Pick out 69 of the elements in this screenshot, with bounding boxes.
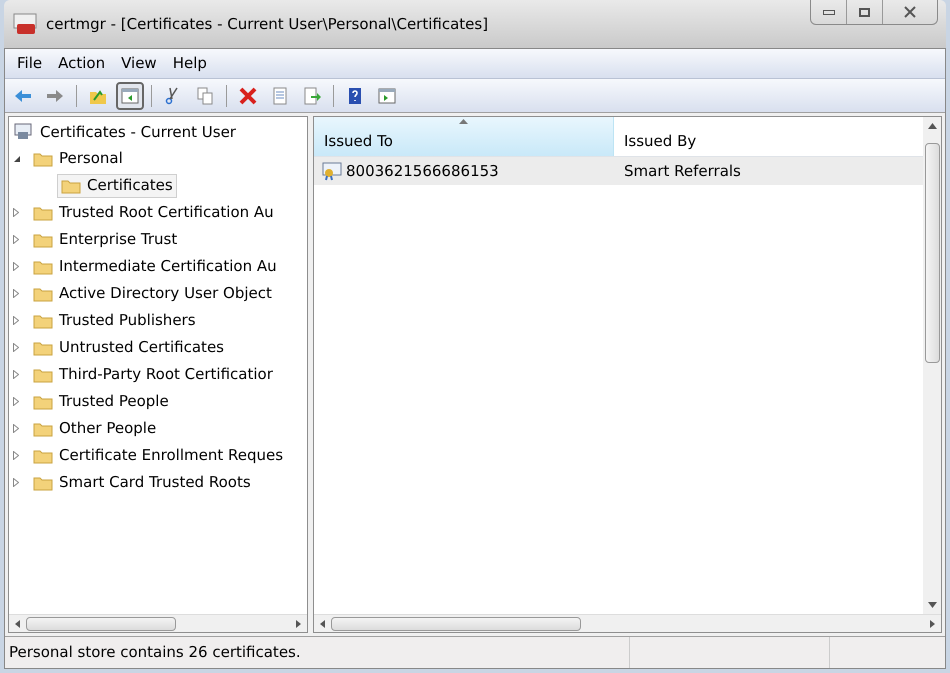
tree-pane-icon [120,86,140,106]
tree-item[interactable]: Smart Card Trusted Roots [29,470,255,494]
pane-icon [377,86,397,106]
folder-icon [33,232,53,248]
folder-icon [61,178,81,194]
menu-item[interactable]: Action [50,52,114,75]
collapsed-arrow-icon[interactable] [13,424,19,433]
tree-item[interactable]: Certificates [57,174,177,198]
folder-icon [33,286,53,302]
folder-icon [33,394,53,410]
tree-item[interactable]: Untrusted Certificates [29,336,228,360]
horizontal-scrollbar[interactable] [314,614,941,632]
certificate-manager-icon [12,12,38,36]
right-arrow-icon [929,618,936,628]
certificate-icon [322,161,344,181]
folder-icon [33,420,53,436]
collapsed-arrow-icon[interactable] [13,397,19,406]
copy-icon [195,86,215,106]
tree-item[interactable]: Trusted People [29,390,173,414]
tree-root[interactable]: Certificates - Current User [40,120,236,144]
right-arrow-icon [295,618,302,628]
collapsed-arrow-icon[interactable] [13,370,19,379]
collapsed-arrow-icon[interactable] [13,451,19,460]
tree-item[interactable]: Trusted Root Certification Au [29,200,278,224]
expanded-arrow-icon[interactable] [13,154,21,162]
left-arrow-icon [319,618,326,628]
menu-item[interactable]: File [9,52,50,75]
tree-item[interactable]: Personal [29,146,127,170]
folder-icon [33,150,53,166]
folder-icon [33,312,53,328]
tree-item[interactable]: Certificate Enrollment Reques [29,444,288,468]
folder-icon [33,448,53,464]
column-header[interactable]: Issued To [314,117,614,156]
folder-icon [33,204,53,220]
folder-icon [33,340,53,356]
collapsed-arrow-icon[interactable] [13,235,19,244]
collapsed-arrow-icon[interactable] [13,316,19,325]
collapsed-arrow-icon[interactable] [13,208,19,217]
table-row[interactable]: 8003621566686153 Smart Referrals [314,157,923,185]
menu-item[interactable]: View [113,52,165,75]
horizontal-scrollbar[interactable] [9,614,307,632]
window-title: certmgr - [Certificates - Current User\Personal\Certificates] [46,14,488,35]
tree-item[interactable]: Enterprise Trust [29,228,182,252]
close-icon [904,6,916,18]
tree-item[interactable]: Other People [29,416,160,440]
vertical-scrollbar[interactable] [923,117,941,614]
table-cell-text: 8003621566686153 [346,160,499,182]
tree-item[interactable]: Trusted Publishers [29,308,200,332]
up-arrow-icon [928,123,936,129]
collapsed-arrow-icon[interactable] [13,289,19,298]
collapsed-arrow-icon[interactable] [13,343,19,352]
delete-icon [238,86,258,106]
tree-item[interactable]: Active Directory User Object [29,282,276,306]
tree-item[interactable]: Intermediate Certification Au [29,254,281,278]
menu-item[interactable]: Help [164,52,215,75]
folder-icon [33,366,53,382]
sort-arrow-icon [459,119,468,124]
collapsed-arrow-icon[interactable] [13,478,19,487]
export-icon [302,86,322,106]
left-arrow-icon [14,618,21,628]
table-cell-text: Smart Referrals [623,160,742,182]
toolbar-button[interactable] [116,82,144,110]
folder-icon [33,474,53,490]
down-arrow-icon [928,602,936,608]
tree-item[interactable]: Third-Party Root Certificatior [29,362,277,386]
folder-icon [33,258,53,274]
collapsed-arrow-icon[interactable] [13,262,19,271]
certificate-store-icon [14,123,34,141]
status-text: Personal store contains 26 certificates. [5,637,630,668]
